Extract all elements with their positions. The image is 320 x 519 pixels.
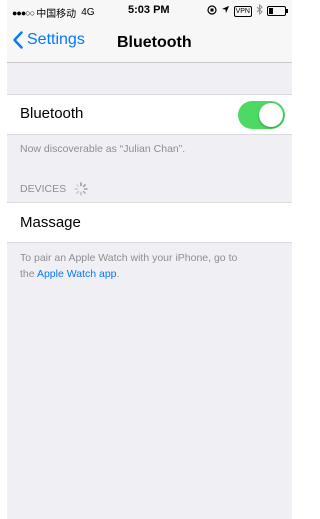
bluetooth-toggle[interactable]	[238, 101, 285, 129]
network-type: 4G	[81, 7, 95, 18]
bluetooth-label: Bluetooth	[20, 105, 84, 122]
footer-text-prefix: the	[20, 268, 37, 280]
back-button[interactable]: Settings	[13, 31, 85, 49]
carrier-name: 中国移动	[36, 9, 77, 20]
back-button-label: Settings	[27, 31, 85, 48]
devices-header-label: DEVICES	[20, 183, 67, 195]
device-name: Massage	[20, 214, 81, 231]
battery-icon	[267, 6, 288, 16]
status-left: ●●●○○ 中国移动 4G	[12, 5, 95, 20]
status-time: 5:03 PM	[128, 4, 170, 16]
page-title: Bluetooth	[117, 34, 192, 51]
orientation-lock-icon	[206, 4, 217, 18]
apple-watch-footer: To pair an Apple Watch with your iPhone,…	[20, 250, 288, 282]
footer-text-line2: the Apple Watch app.	[20, 266, 288, 282]
bluetooth-toggle-row: Bluetooth	[7, 94, 292, 135]
settings-screen: ●●●○○ 中国移动 4G 5:03 PM VPN Settings Bluet…	[7, 0, 292, 519]
apple-watch-app-link[interactable]: Apple Watch app	[37, 268, 117, 280]
bluetooth-icon	[256, 3, 263, 18]
devices-section-header: DEVICES	[20, 182, 88, 196]
vpn-badge: VPN	[233, 5, 252, 17]
navigation-bar: Settings Bluetooth	[7, 22, 292, 63]
footer-text-suffix: .	[116, 268, 120, 280]
footer-text-line1: To pair an Apple Watch with your iPhone,…	[20, 252, 238, 264]
status-right: VPN	[206, 3, 288, 18]
location-icon	[221, 5, 230, 17]
discoverable-text: Now discoverable as “Julian Chan”.	[20, 143, 186, 155]
device-row-massage[interactable]: Massage	[7, 202, 292, 243]
status-bar: ●●●○○ 中国移动 4G 5:03 PM VPN	[7, 0, 292, 22]
chevron-left-icon	[13, 31, 23, 49]
signal-strength-icon: ●●●○○	[12, 7, 35, 18]
toggle-knob	[259, 103, 283, 127]
loading-spinner-icon	[74, 182, 88, 196]
